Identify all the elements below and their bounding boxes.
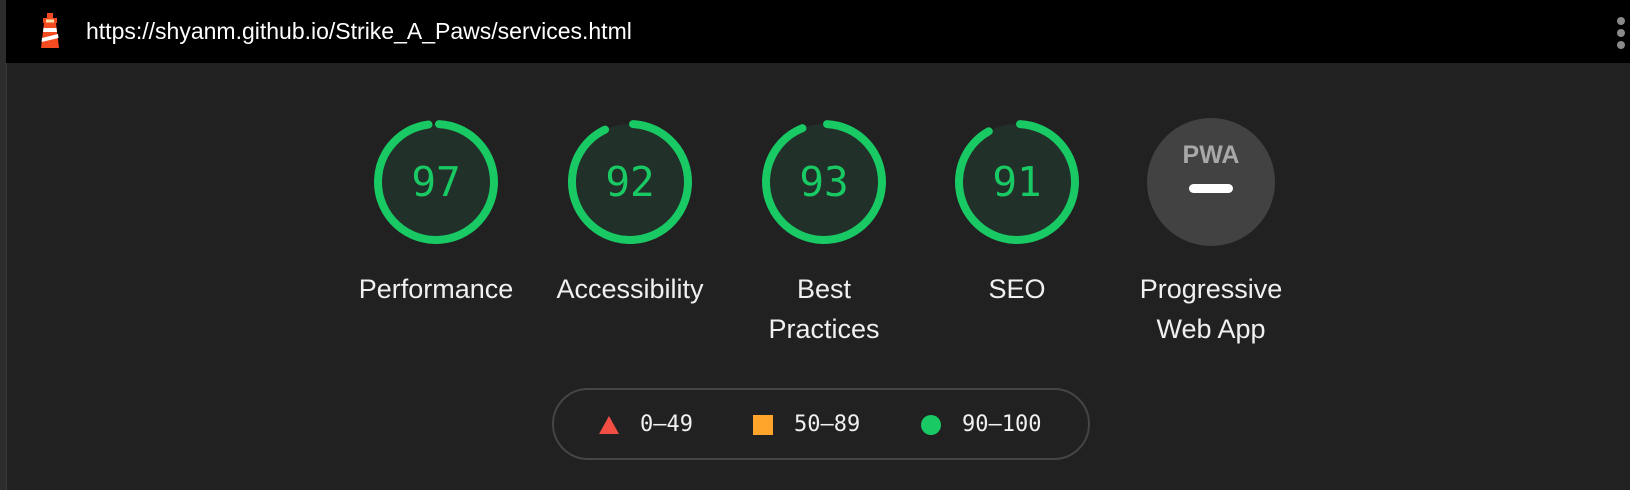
- page-url: https://shyanm.github.io/Strike_A_Paws/s…: [86, 18, 632, 44]
- more-vert-icon[interactable]: [1610, 13, 1630, 53]
- best-practices-score: 93: [799, 158, 849, 206]
- circle-icon: [921, 414, 941, 435]
- legend-pass-range: 90–100: [962, 412, 1042, 437]
- window-edge: [0, 0, 7, 490]
- seo-label: SEO: [988, 274, 1046, 304]
- accessibility-label: Accessibility: [556, 274, 704, 304]
- square-icon: [753, 414, 773, 435]
- pwa-label: Progressive Web App: [1126, 269, 1296, 349]
- gauge-performance[interactable]: 97 Performance: [351, 117, 521, 309]
- best-practices-label: Best Practices: [768, 274, 880, 344]
- pwa-label-line2: Web App: [1156, 314, 1266, 344]
- performance-label: Performance: [358, 274, 514, 304]
- pwa-badge-text: PWA: [1183, 141, 1240, 169]
- gauge-best-practices[interactable]: 93 Best Practices: [739, 117, 909, 349]
- pwa-dash: [1189, 184, 1233, 193]
- gauge-pwa[interactable]: PWA Progressive Web App: [1126, 117, 1296, 349]
- score-scale-legend: 0–49 50–89 90–100: [552, 388, 1090, 460]
- legend-average-range: 50–89: [794, 412, 861, 437]
- legend-fail-range: 0–49: [640, 412, 693, 437]
- pwa-icon: PWA: [1147, 118, 1275, 246]
- gauge-seo[interactable]: 91 SEO: [932, 117, 1102, 309]
- pwa-label-line1: Progressive: [1139, 274, 1283, 304]
- seo-score: 91: [992, 158, 1042, 206]
- gauge-accessibility[interactable]: 92 Accessibility: [545, 117, 715, 309]
- legend-pass: 90–100: [920, 412, 1041, 437]
- accessibility-score: 92: [605, 158, 655, 206]
- performance-score: 97: [411, 158, 461, 206]
- lighthouse-icon: [41, 13, 59, 48]
- triangle-icon: [599, 415, 619, 434]
- report-topbar: https://shyanm.github.io/Strike_A_Paws/s…: [6, 0, 1630, 63]
- legend-average: 50–89: [752, 412, 860, 437]
- legend-fail: 0–49: [598, 412, 693, 437]
